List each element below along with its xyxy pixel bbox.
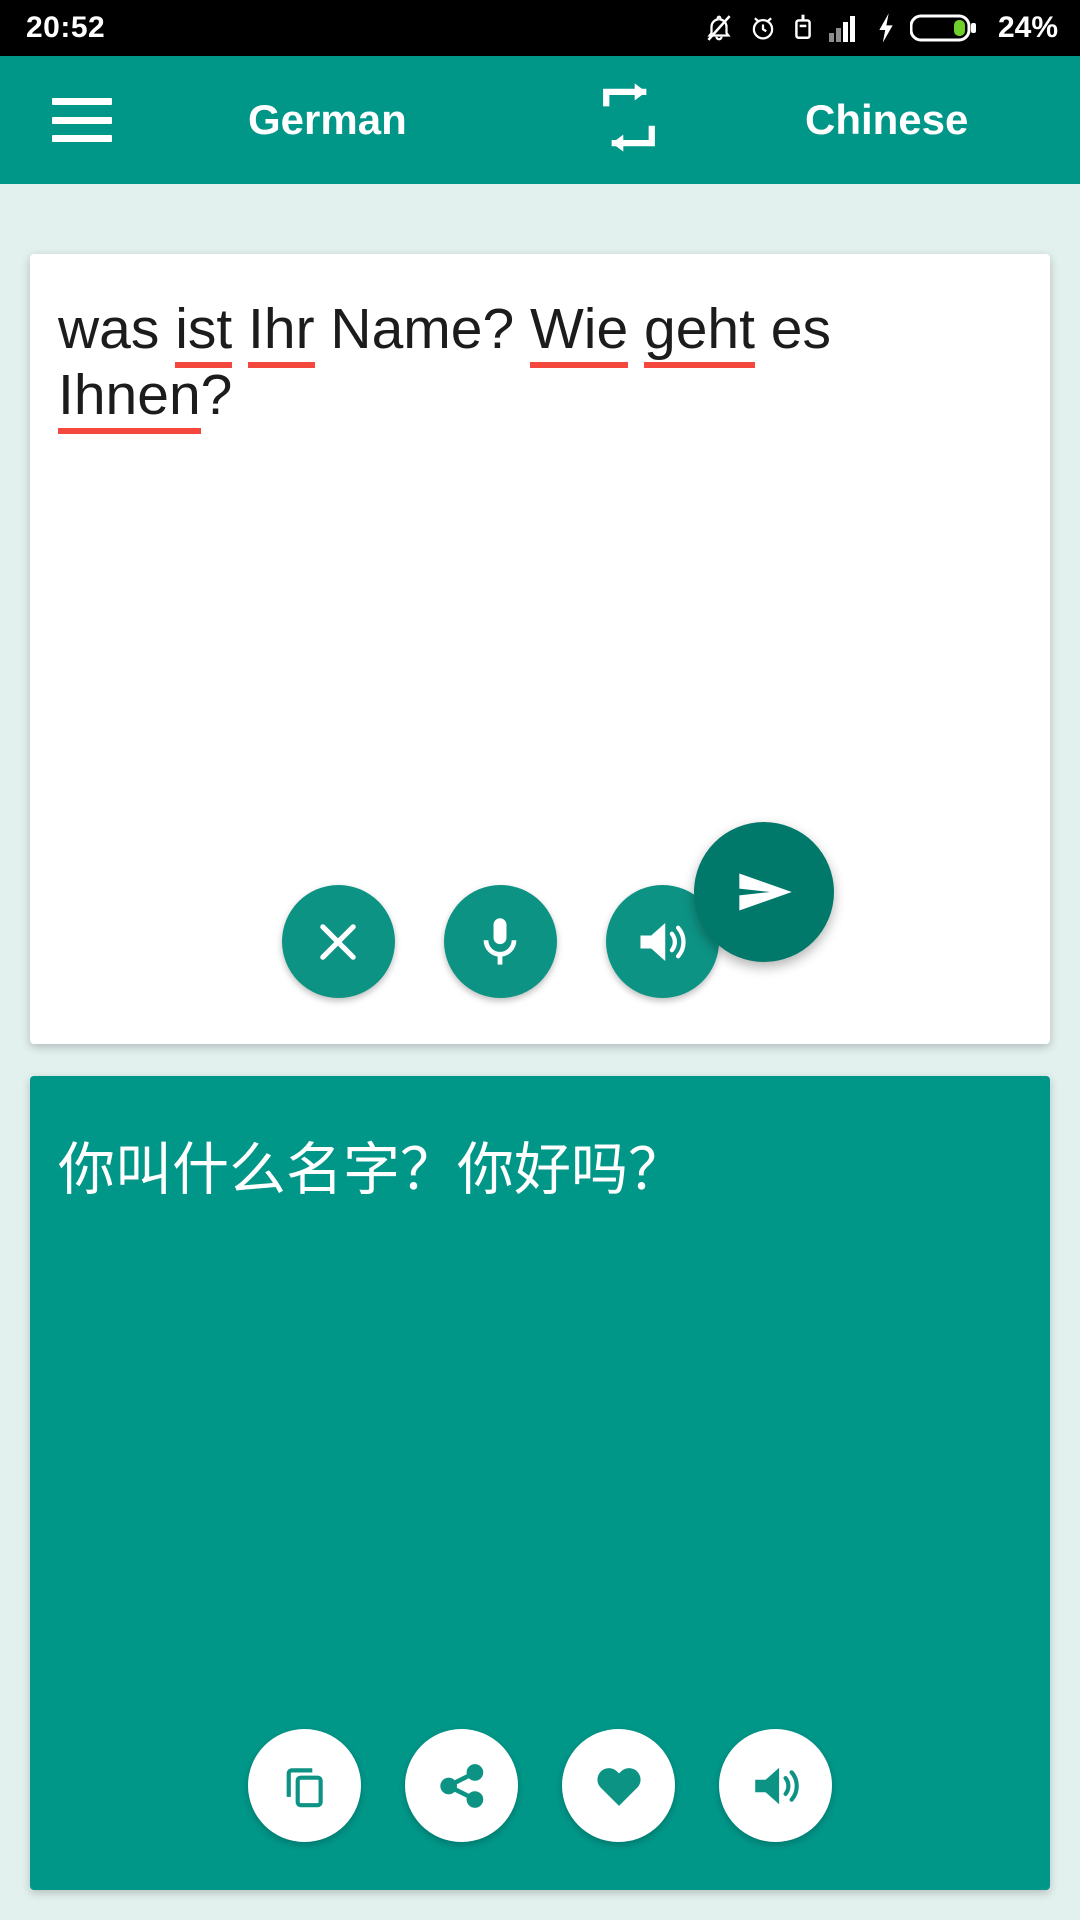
close-icon bbox=[320, 923, 356, 960]
source-action-bar bbox=[30, 885, 1050, 998]
heart-icon bbox=[596, 1767, 641, 1806]
source-word bbox=[232, 297, 248, 361]
swap-languages-icon[interactable] bbox=[592, 80, 666, 161]
clear-button[interactable] bbox=[281, 885, 395, 998]
source-language-selector[interactable]: German bbox=[248, 96, 407, 144]
send-icon bbox=[739, 873, 792, 911]
speaker-icon bbox=[754, 1767, 799, 1804]
charging-bolt-icon bbox=[876, 12, 896, 44]
translation-result-card[interactable]: 你叫什么名字？你好吗？ bbox=[30, 1076, 1050, 1890]
battery-icon bbox=[909, 12, 978, 44]
source-text-input[interactable]: was ist Ihr Name? Wie geht es Ihnen? bbox=[58, 296, 1018, 435]
send-button[interactable] bbox=[694, 822, 834, 962]
share-icon bbox=[439, 1763, 483, 1808]
target-language-selector[interactable]: Chinese bbox=[805, 96, 968, 144]
translated-text: 你叫什么名字？你好吗？ bbox=[58, 1138, 685, 1202]
status-time: 20:52 bbox=[26, 11, 106, 44]
microphone-icon bbox=[483, 917, 517, 965]
app-screen: 20:52 24% German Chinese was ist Ihr Nam… bbox=[0, 0, 1080, 1920]
copy-icon bbox=[286, 1767, 323, 1807]
usb-icon bbox=[792, 11, 814, 45]
source-word bbox=[628, 297, 644, 361]
favorite-button[interactable] bbox=[562, 1729, 675, 1842]
share-button[interactable] bbox=[405, 1729, 518, 1842]
notifications-off-icon bbox=[704, 11, 734, 45]
status-bar: 20:52 24% bbox=[0, 0, 1080, 56]
source-word: ? bbox=[200, 363, 233, 428]
misspelled-word: Wie bbox=[530, 297, 629, 368]
speaker-icon bbox=[640, 922, 686, 961]
source-word: Name? bbox=[314, 297, 530, 361]
status-icon-tray: 24% bbox=[704, 11, 1058, 45]
misspelled-word: ist bbox=[175, 297, 233, 368]
copy-button[interactable] bbox=[248, 1729, 361, 1842]
source-word: was bbox=[58, 297, 176, 361]
hamburger-menu-icon[interactable] bbox=[52, 98, 112, 142]
misspelled-word: geht bbox=[644, 297, 755, 368]
source-text-card[interactable]: was ist Ihr Name? Wie geht es Ihnen? bbox=[30, 254, 1050, 1044]
misspelled-word: Ihnen bbox=[58, 363, 201, 435]
signal-icon bbox=[828, 13, 862, 43]
battery-percent-label: 24% bbox=[997, 11, 1058, 44]
misspelled-word: Ihr bbox=[248, 297, 315, 368]
source-word: es bbox=[754, 297, 832, 361]
app-bar: German Chinese bbox=[0, 56, 1080, 184]
translation-action-bar bbox=[30, 1729, 1050, 1842]
speak-target-button[interactable] bbox=[719, 1729, 832, 1842]
alarm-icon bbox=[748, 11, 778, 45]
microphone-button[interactable] bbox=[443, 885, 557, 998]
